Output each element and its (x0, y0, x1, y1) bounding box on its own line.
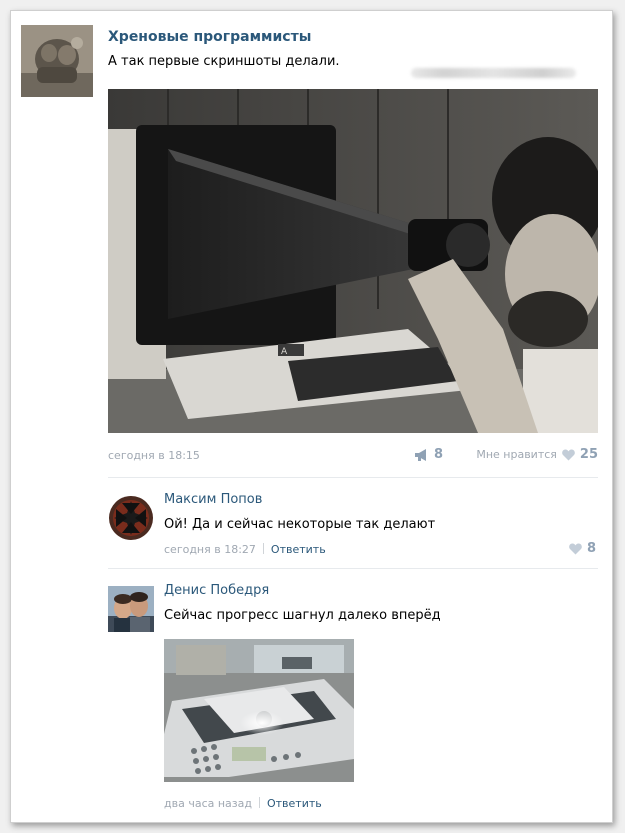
comment-like-count: 8 (586, 541, 596, 556)
like-count: 25 (579, 447, 598, 462)
comment-author-link[interactable]: Денис Победря (164, 583, 269, 598)
comment-like-button[interactable]: 8 (569, 541, 596, 556)
post-card: Хреновые программисты А так первые скрин… (10, 10, 613, 823)
avatar[interactable] (108, 586, 154, 632)
comment-time-link[interactable]: сегодня в 18:27 (164, 543, 256, 556)
post-photo[interactable]: A (108, 89, 598, 433)
comment-photo[interactable] (164, 639, 354, 782)
blurred-text (411, 68, 576, 78)
heart-icon (569, 543, 582, 554)
like-button[interactable]: Мне нравится 25 (476, 447, 598, 462)
share-count: 8 (433, 447, 443, 462)
comment-meta: сегодня в 18:27 Ответить (164, 543, 326, 556)
share-button[interactable]: 8 (414, 447, 443, 462)
comment-time-link[interactable]: два часа назад (164, 797, 252, 810)
group-name-link[interactable]: Хреновые программисты (108, 29, 311, 45)
reply-button[interactable]: Ответить (271, 543, 326, 556)
comment-text: Ой! Да и сейчас некоторые так делают (164, 517, 436, 532)
like-label: Мне нравится (476, 448, 557, 461)
post-time-link[interactable]: сегодня в 18:15 (108, 449, 200, 462)
megaphone-icon (414, 448, 426, 461)
group-avatar[interactable] (21, 25, 93, 97)
comment-meta: два часа назад Ответить (164, 797, 322, 810)
reply-button[interactable]: Ответить (267, 797, 322, 810)
post-meta: сегодня в 18:15 8 Мне нравится 25 (108, 447, 598, 465)
comment-author-link[interactable]: Максим Попов (164, 492, 262, 507)
post-text: А так первые скриншоты делали. (108, 54, 340, 69)
heart-icon (562, 449, 575, 460)
apple-logo-text: A (281, 347, 288, 357)
divider (108, 568, 598, 569)
comment-text: Сейчас прогресс шагнул далеко вперёд (164, 608, 441, 623)
divider (108, 477, 598, 478)
avatar[interactable] (108, 495, 154, 541)
